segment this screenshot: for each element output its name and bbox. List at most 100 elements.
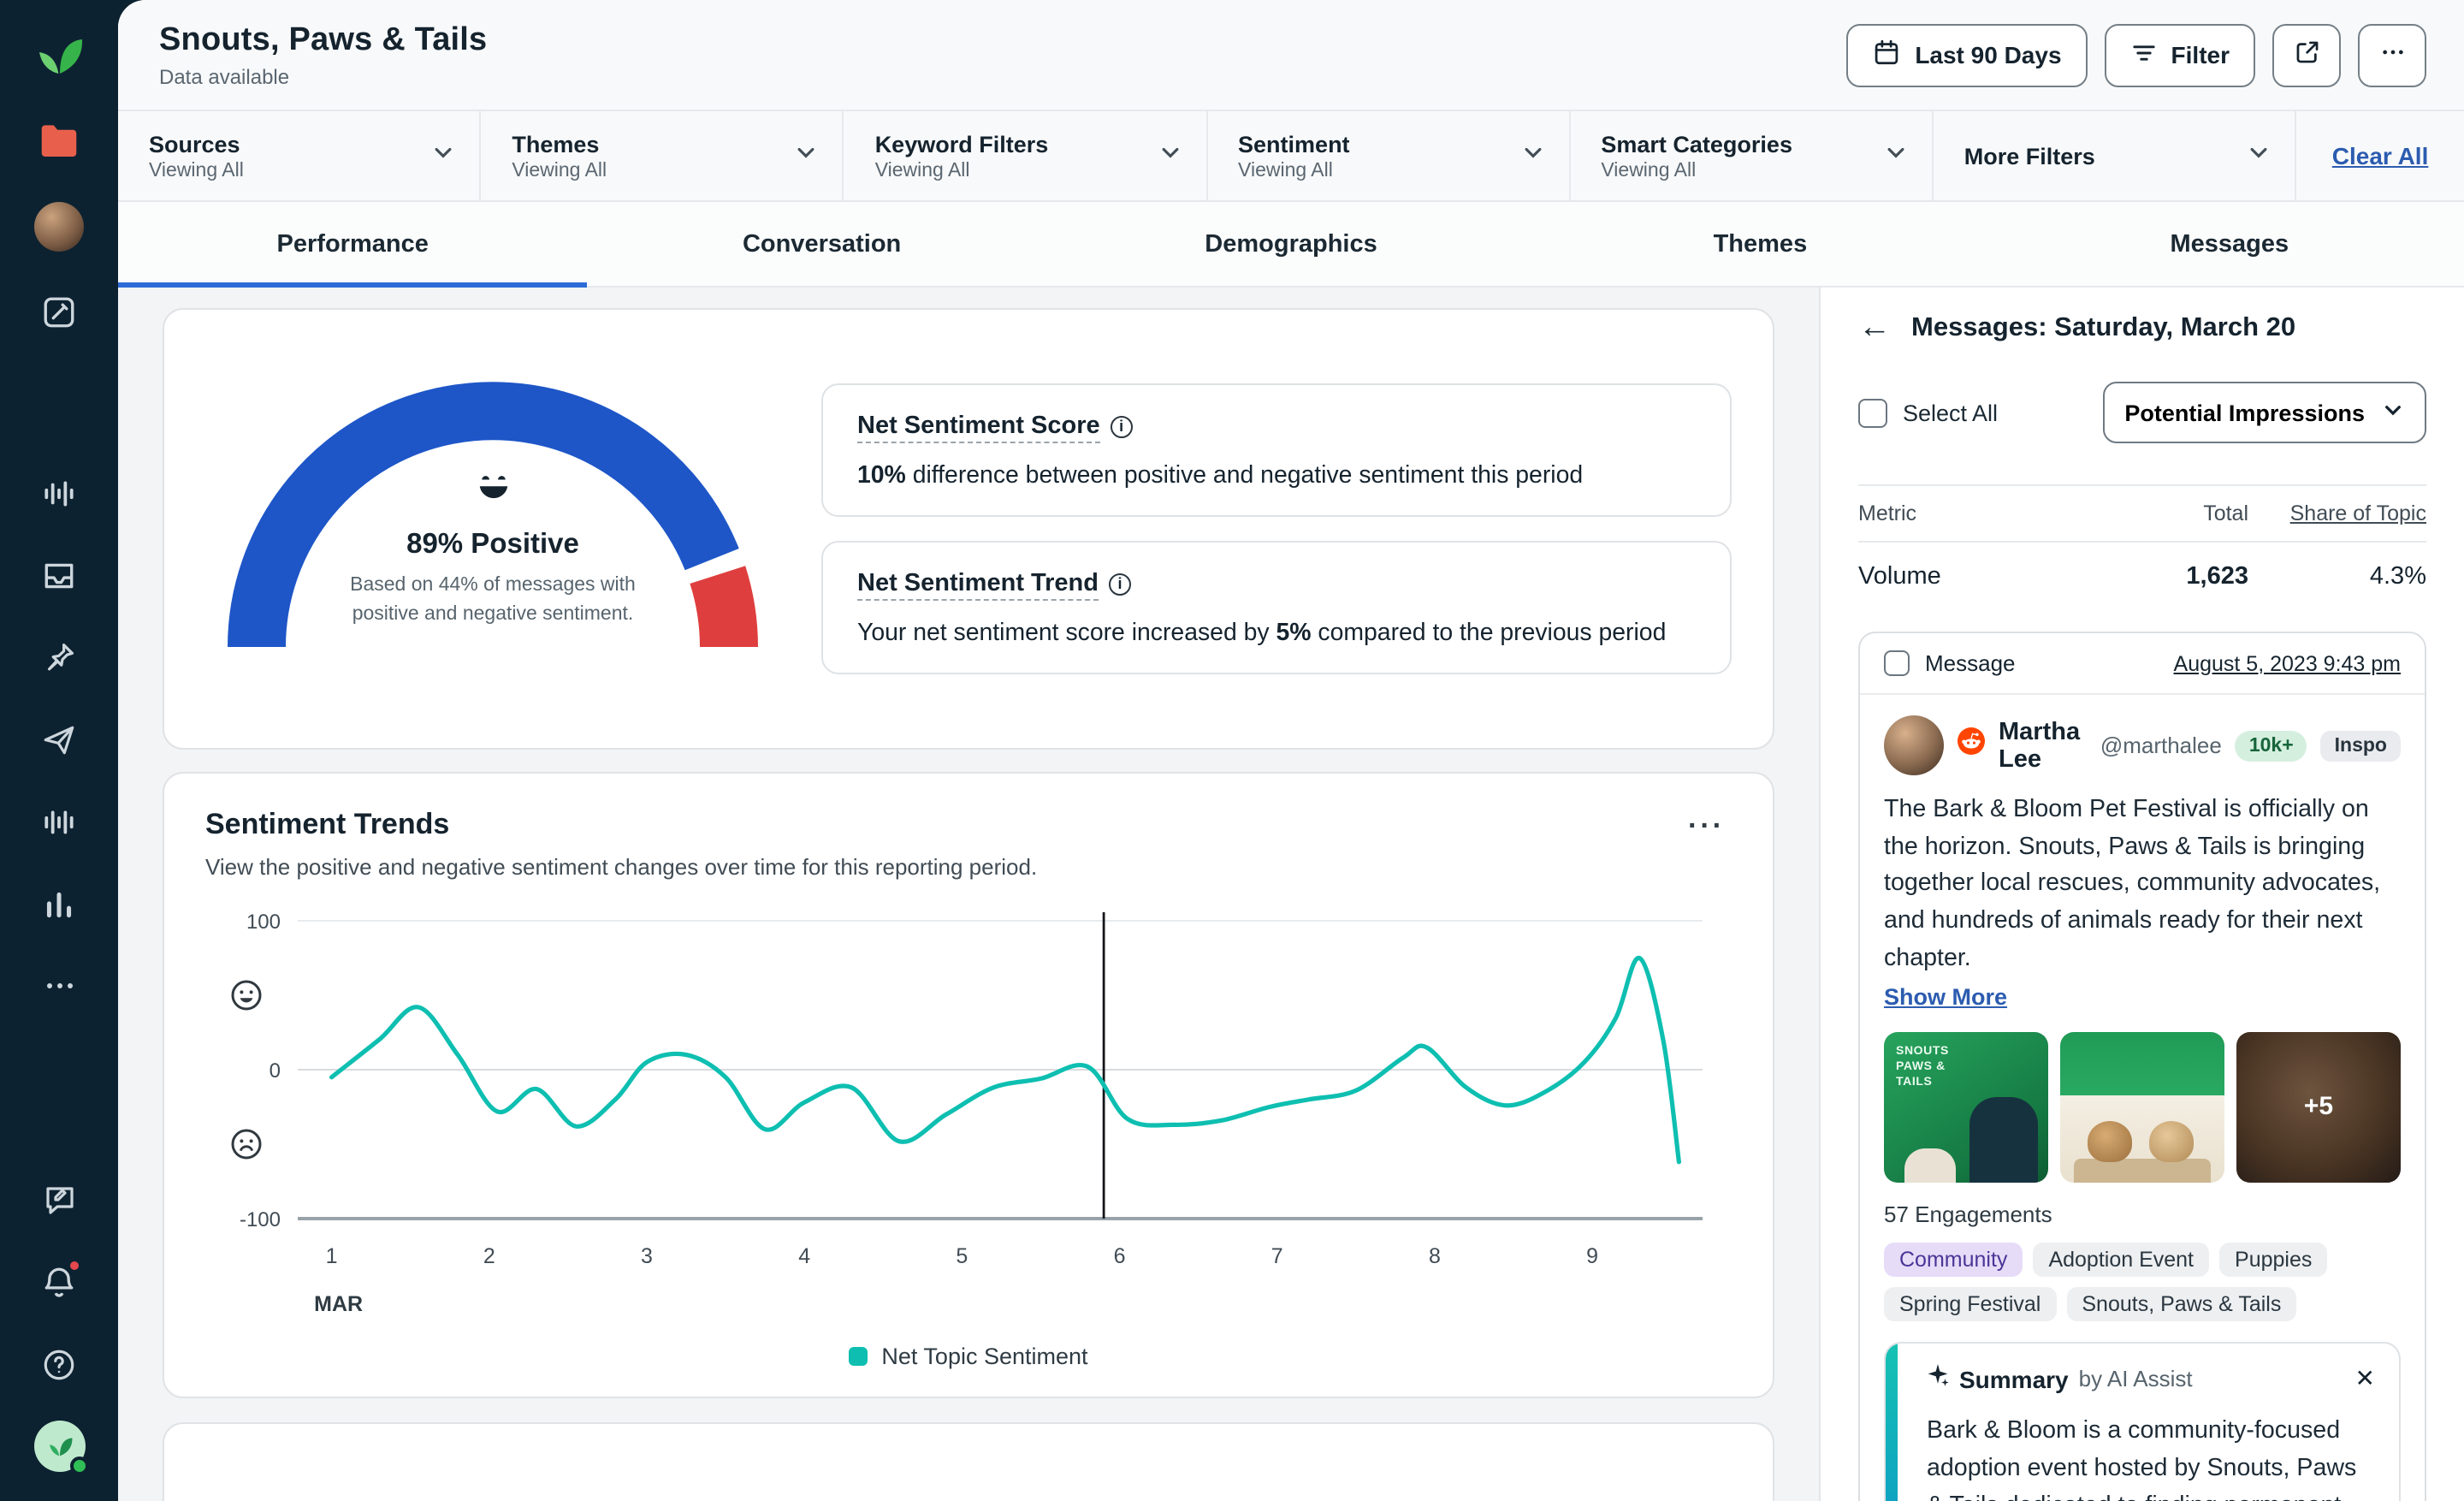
filter-label: Smart Categories	[1601, 131, 1792, 157]
chevron-down-icon	[2382, 399, 2404, 426]
filter-value: Viewing All	[512, 160, 607, 181]
trend-box-text: Your net sentiment score increased by 5%…	[857, 620, 1696, 647]
filter-lines-icon	[2130, 39, 2158, 71]
feedback-icon[interactable]	[28, 1169, 90, 1231]
notifications-icon[interactable]	[28, 1251, 90, 1313]
inbox-icon[interactable]	[28, 544, 90, 606]
content-area: 89% Positive Based on 44% of messages wi…	[118, 288, 2464, 1501]
tab-conversation[interactable]: Conversation	[587, 202, 1056, 286]
summary-text: Bark & Bloom is a community-focused adop…	[1927, 1411, 2375, 1501]
insights-icon[interactable]	[28, 791, 90, 852]
reports-icon[interactable]	[28, 873, 90, 934]
workspace-avatar[interactable]	[28, 195, 90, 257]
trend-box-title: Net Sentiment Trend	[857, 570, 1099, 601]
author-name[interactable]: Martha Lee	[1999, 718, 2087, 773]
info-icon[interactable]	[1111, 415, 1133, 437]
report-tabs: Performance Conversation Demographics Th…	[118, 202, 2464, 288]
svg-text:7: 7	[1271, 1244, 1283, 1268]
filter-themes[interactable]: Themes Viewing All	[481, 111, 844, 200]
share-export-button[interactable]	[2272, 23, 2341, 86]
filter-label: Keyword Filters	[875, 131, 1049, 157]
tag-adoption-event[interactable]: Adoption Event	[2033, 1242, 2209, 1276]
filter-sentiment[interactable]: SentimentViewing All	[1207, 111, 1570, 200]
filter-sources[interactable]: SourcesViewing All	[118, 111, 481, 200]
topbar: Snouts, Paws & Tails Data available Last…	[118, 0, 2464, 110]
summary-byline: by AI Assist	[2079, 1366, 2193, 1391]
gauge-caption: Based on 44% of messages with positive a…	[317, 572, 668, 629]
sentiment-gauge: 89% Positive Based on 44% of messages wi…	[205, 341, 780, 717]
compose-icon[interactable]	[28, 281, 90, 342]
publishing-icon[interactable]	[28, 709, 90, 770]
user-avatar[interactable]	[28, 1415, 90, 1477]
summary-accent-bar	[1886, 1343, 1898, 1501]
help-icon[interactable]	[28, 1333, 90, 1395]
trends-heading: Sentiment Trends View the positive and n…	[205, 808, 1037, 880]
message-card-header: Message August 5, 2023 9:43 pm	[1860, 633, 2425, 695]
tab-demographics[interactable]: Demographics	[1057, 202, 1525, 286]
table-row-volume: Volume 1,623 4.3%	[1858, 543, 2426, 614]
next-card-partial	[163, 1422, 1774, 1501]
calendar-icon	[1872, 38, 1901, 72]
screen: Snouts, Paws & Tails Data available Last…	[0, 0, 2464, 1501]
card-menu-icon[interactable]	[1681, 808, 1732, 845]
app-sidebar	[0, 0, 118, 1501]
score-box-text: 10% difference between positive and nega…	[857, 462, 1696, 489]
message-body: The Bark & Bloom Pet Festival is officia…	[1884, 792, 2401, 978]
notification-badge	[66, 1258, 81, 1273]
filter-smart-categories[interactable]: Smart CategoriesViewing All	[1570, 111, 1933, 200]
more-options-button[interactable]	[2358, 23, 2426, 86]
metric-share: 4.3%	[2248, 563, 2426, 590]
page-title: Snouts, Paws & Tails	[159, 21, 487, 59]
ai-summary-card: Summary by AI Assist Bark & Bloom is a c…	[1884, 1341, 2401, 1501]
pin-icon[interactable]	[28, 626, 90, 688]
clear-all-container: Clear All	[2296, 111, 2464, 200]
close-icon[interactable]	[2355, 1364, 2375, 1393]
filter-keyword-filters[interactable]: Keyword Filters Viewing All	[844, 111, 1207, 200]
tab-performance[interactable]: Performance	[118, 202, 587, 286]
author-avatar[interactable]	[1884, 715, 1944, 775]
filter-value: Viewing All	[875, 160, 1049, 181]
sort-dropdown[interactable]: Potential Impressions	[2102, 382, 2426, 443]
show-more-link[interactable]: Show More	[1884, 983, 2007, 1009]
sidebar-bottom	[28, 1169, 90, 1477]
clear-all-link[interactable]: Clear All	[2332, 142, 2429, 169]
tag-community[interactable]: Community	[1884, 1242, 2023, 1276]
tag-snouts-paws-tails[interactable]: Snouts, Paws & Tails	[2066, 1286, 2296, 1320]
sentiment-trends-chart: 1000-100123456789MAR	[205, 900, 1732, 1337]
tag-spring-festival[interactable]: Spring Festival	[1884, 1286, 2056, 1320]
tab-messages[interactable]: Messages	[1995, 202, 2464, 286]
filter-label: Sentiment	[1238, 131, 1350, 157]
frown-axis-icon	[233, 1130, 260, 1158]
sprout-logo[interactable]	[28, 24, 90, 86]
gauge-percent-label: 89% Positive	[406, 529, 579, 561]
svg-text:-100: -100	[240, 1208, 281, 1231]
grin-emoji-icon	[471, 464, 514, 515]
trends-description: View the positive and negative sentiment…	[205, 854, 1037, 880]
workspace-folder-icon[interactable]	[28, 110, 90, 171]
message-timestamp-link[interactable]: August 5, 2023 9:43 pm	[2174, 651, 2401, 675]
date-range-button[interactable]: Last 90 Days	[1846, 23, 2087, 86]
trend-text-before: Your net sentiment score increased by	[857, 620, 1276, 647]
message-image-3[interactable]: +5	[2236, 1031, 2401, 1182]
messages-panel: Messages: Saturday, March 20 Select All …	[1819, 288, 2464, 1501]
col-share-of-topic: Share of Topic	[2248, 501, 2426, 525]
filter-more-filters[interactable]: More Filters	[1934, 111, 2296, 200]
more-nav-icon[interactable]	[28, 955, 90, 1017]
info-icon[interactable]	[1109, 573, 1131, 595]
message-image-1[interactable]: SNOUTS PAWS & TAILS	[1884, 1031, 2048, 1182]
message-checkbox[interactable]	[1884, 650, 1910, 676]
filter-button-label: Filter	[2171, 41, 2230, 68]
tag-puppies[interactable]: Puppies	[2219, 1242, 2327, 1276]
col-metric: Metric	[1858, 501, 2112, 525]
listening-icon[interactable]	[28, 462, 90, 524]
filter-label: Themes	[512, 131, 607, 157]
follower-badge: 10k+	[2236, 730, 2307, 761]
select-all-checkbox[interactable]	[1858, 398, 1887, 427]
tab-themes[interactable]: Themes	[1525, 202, 1994, 286]
filter-value: Viewing All	[149, 160, 244, 181]
app-window: Snouts, Paws & Tails Data available Last…	[118, 0, 2464, 1501]
svg-text:MAR: MAR	[314, 1292, 363, 1316]
filter-button[interactable]: Filter	[2105, 23, 2255, 86]
back-arrow-icon[interactable]	[1858, 311, 1891, 344]
message-image-2[interactable]	[2060, 1031, 2224, 1182]
